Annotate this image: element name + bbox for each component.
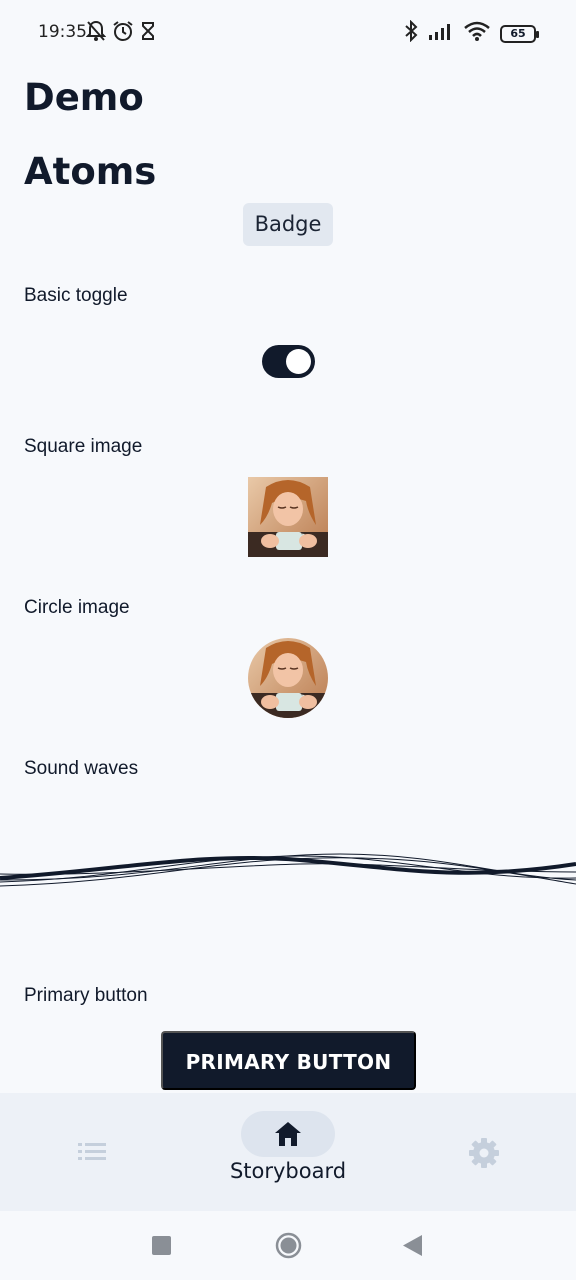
section-title: Atoms <box>24 150 157 193</box>
battery-icon: 65 <box>500 24 539 43</box>
circle-image-label: Circle image <box>24 597 130 618</box>
bluetooth-icon <box>404 19 418 47</box>
wifi-icon <box>464 21 490 46</box>
sound-waves-label: Sound waves <box>24 758 139 779</box>
bottom-navigation: Storyboard <box>0 1093 576 1211</box>
signal-icon <box>428 21 454 46</box>
list-icon <box>78 1141 106 1166</box>
woman-drinking-coffee-image <box>248 638 328 718</box>
square-image-label: Square image <box>24 436 143 457</box>
hourglass-icon <box>140 20 156 47</box>
bell-muted-icon <box>85 20 107 47</box>
badge: Badge <box>243 203 333 246</box>
home-circle-icon[interactable] <box>275 1232 302 1264</box>
nav-label-storyboard: Storyboard <box>229 1159 347 1183</box>
alarm-icon <box>112 20 134 47</box>
nav-item-list[interactable] <box>60 1093 124 1211</box>
back-triangle-icon[interactable] <box>403 1235 422 1261</box>
toggle-knob <box>286 349 311 374</box>
primary-button[interactable]: PRIMARY BUTTON <box>161 1031 416 1090</box>
page-title: Demo <box>24 76 144 119</box>
primary-button-label: Primary button <box>24 985 148 1006</box>
status-time: 19:35 <box>38 22 87 42</box>
woman-drinking-coffee-image <box>248 477 328 557</box>
gear-icon <box>468 1137 500 1174</box>
basic-toggle[interactable] <box>262 345 315 378</box>
circle-image <box>248 638 328 718</box>
square-image <box>248 477 328 557</box>
home-icon <box>273 1120 303 1153</box>
nav-item-settings[interactable] <box>452 1093 516 1211</box>
system-navigation-bar <box>0 1211 576 1280</box>
toggle-label: Basic toggle <box>24 285 128 306</box>
sound-waves <box>0 853 576 887</box>
nav-item-storyboard[interactable]: Storyboard <box>220 1093 356 1211</box>
status-bar: 19:35 65 <box>0 0 576 64</box>
recents-square-icon[interactable] <box>152 1236 171 1260</box>
